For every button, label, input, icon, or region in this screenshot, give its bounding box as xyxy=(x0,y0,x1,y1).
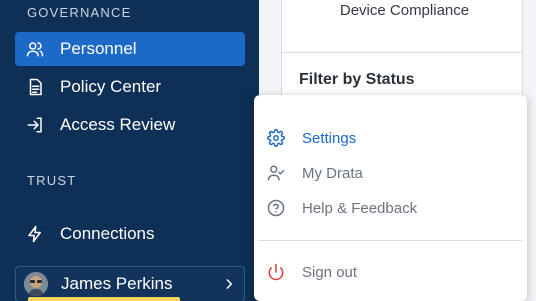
notification-strip xyxy=(28,297,180,301)
sidebar: GOVERNANCE Personnel Policy Center Acces… xyxy=(0,0,259,301)
bolt-icon xyxy=(24,223,46,245)
sidebar-item-label: Access Review xyxy=(60,115,176,134)
sidebar-item-label: Personnel xyxy=(60,39,137,58)
user-check-icon xyxy=(266,163,286,183)
governance-section-label: GOVERNANCE xyxy=(27,5,132,20)
menu-item-label: My Drata xyxy=(302,164,363,182)
avatar xyxy=(24,272,48,296)
device-compliance-label[interactable]: Device Compliance xyxy=(281,2,528,19)
user-menu-button[interactable]: James Perkins xyxy=(15,266,245,301)
menu-item-settings[interactable]: Settings xyxy=(264,123,519,153)
menu-item-my-drata[interactable]: My Drata xyxy=(264,158,519,188)
document-icon xyxy=(24,76,46,98)
menu-item-help-feedback[interactable]: Help & Feedback xyxy=(264,193,519,223)
sidebar-item-access-review[interactable]: Access Review xyxy=(15,108,245,142)
menu-item-label: Settings xyxy=(302,129,357,147)
menu-item-label: Sign out xyxy=(302,263,358,281)
gear-icon xyxy=(266,128,286,148)
chevron-right-icon xyxy=(222,276,236,297)
panel-divider xyxy=(281,52,523,53)
help-circle-icon xyxy=(266,198,286,218)
user-menu-popover: Settings My Drata Help & Feedback Sign o… xyxy=(254,95,527,301)
users-icon xyxy=(24,38,46,60)
menu-divider xyxy=(258,240,522,241)
power-icon xyxy=(266,262,286,282)
filter-by-status-heading: Filter by Status xyxy=(299,71,415,88)
sidebar-item-policy-center[interactable]: Policy Center xyxy=(15,70,245,104)
sidebar-item-label: Connections xyxy=(60,224,155,243)
sidebar-item-label: Policy Center xyxy=(60,77,162,96)
login-arrow-icon xyxy=(24,114,46,136)
menu-item-label: Help & Feedback xyxy=(302,199,418,217)
menu-item-sign-out[interactable]: Sign out xyxy=(264,257,519,287)
sidebar-item-connections[interactable]: Connections xyxy=(15,217,245,251)
trust-section-label: TRUST xyxy=(27,173,77,188)
user-name: James Perkins xyxy=(61,274,173,293)
sidebar-item-personnel[interactable]: Personnel xyxy=(15,32,245,66)
